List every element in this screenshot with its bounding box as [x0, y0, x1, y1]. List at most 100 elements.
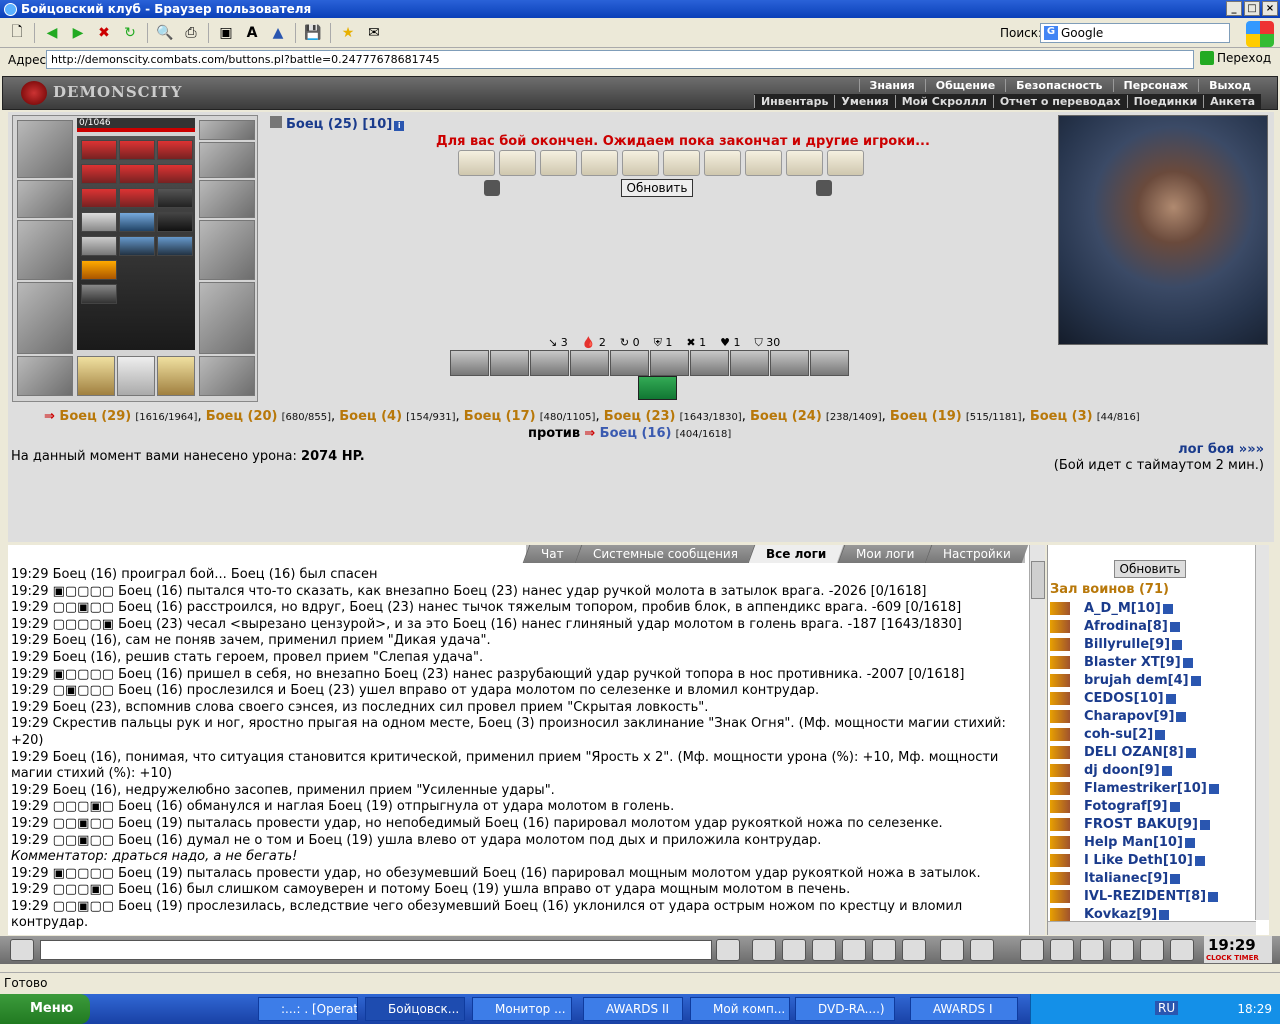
language-indicator[interactable]: RU: [1155, 1001, 1179, 1015]
move-button[interactable]: [490, 350, 529, 376]
chat-tab-label[interactable]: Настройки: [943, 545, 1011, 563]
info-icon[interactable]: [1200, 819, 1210, 830]
info-icon[interactable]: [1208, 783, 1219, 794]
players-hscrollbar[interactable]: [1048, 921, 1256, 935]
info-icon[interactable]: i: [394, 121, 405, 131]
chat-scrollbar[interactable]: [1029, 545, 1045, 935]
group-icon[interactable]: [1110, 939, 1134, 961]
chat-tab[interactable]: Все логи: [748, 545, 845, 563]
info-icon[interactable]: [1162, 603, 1173, 614]
refresh-button[interactable]: Обновить: [621, 179, 693, 197]
taskbar-item[interactable]: DVD-RA....): [795, 997, 895, 1021]
forward-icon[interactable]: ▶: [67, 22, 89, 44]
chat-tab-label[interactable]: Все логи: [766, 545, 826, 563]
fight-icon[interactable]: [1050, 692, 1070, 705]
fight-icon[interactable]: [1050, 908, 1070, 921]
back-icon[interactable]: ◀: [41, 22, 63, 44]
scroll-slot[interactable]: [786, 150, 823, 176]
info-icon[interactable]: [1169, 621, 1180, 632]
ring-slot[interactable]: [199, 142, 255, 178]
move-button[interactable]: [730, 350, 769, 376]
player-name[interactable]: coh-su[2]: [1084, 727, 1153, 742]
scroll-slot[interactable]: [540, 150, 577, 176]
fighter-link[interactable]: Боец (29): [59, 409, 131, 424]
taskbar-item[interactable]: AWARDS I: [910, 997, 1018, 1021]
fight-icon[interactable]: [1050, 800, 1070, 813]
item-slot[interactable]: [157, 212, 193, 232]
bracer-slot[interactable]: [17, 180, 73, 218]
music-icon[interactable]: [902, 939, 926, 961]
player-name[interactable]: Kovkaz[9]: [1084, 907, 1157, 922]
exit-icon[interactable]: [1170, 939, 1194, 961]
taskbar-item[interactable]: Монитор ...: [472, 997, 572, 1021]
ring-slot[interactable]: [199, 120, 255, 140]
player-name[interactable]: Help Man[10]: [1084, 835, 1183, 850]
helmet-icon[interactable]: [970, 939, 994, 961]
player-name[interactable]: IVL-REZIDENT[8]: [1084, 889, 1206, 904]
save-icon[interactable]: [812, 939, 836, 961]
menu-item[interactable]: Безопасность: [1005, 79, 1112, 92]
move-button[interactable]: [690, 350, 729, 376]
helmet-slot[interactable]: [17, 120, 73, 178]
fight-icon[interactable]: [1050, 764, 1070, 777]
taskbar-item[interactable]: Бойцовск...: [365, 997, 465, 1021]
mail-icon[interactable]: ✉: [363, 22, 385, 44]
player-name[interactable]: Fotograf[9]: [1084, 799, 1168, 814]
item-slot[interactable]: [81, 236, 117, 256]
fight-icon[interactable]: [1050, 656, 1070, 669]
player-name[interactable]: dj doon[9]: [1084, 763, 1160, 778]
smile-icon[interactable]: [940, 939, 964, 961]
scroll-slot[interactable]: [827, 150, 864, 176]
send-icon[interactable]: [716, 939, 740, 961]
scroll-slot[interactable]: [499, 150, 536, 176]
player-row[interactable]: Blaster XT[9]: [1050, 654, 1255, 672]
image-icon[interactable]: ▣: [215, 22, 237, 44]
menu-item[interactable]: Знания: [858, 79, 925, 92]
chat-input[interactable]: [40, 940, 712, 960]
info-icon[interactable]: [1208, 891, 1219, 902]
player-name[interactable]: FROST BAKU[9]: [1084, 817, 1198, 832]
info-icon[interactable]: [1176, 711, 1187, 722]
gloves-slot[interactable]: [199, 180, 255, 218]
move-button[interactable]: [650, 350, 689, 376]
player-name[interactable]: A_D_M[10]: [1084, 601, 1161, 616]
move-button[interactable]: [770, 350, 809, 376]
submenu-item[interactable]: Анкета: [1203, 95, 1261, 108]
item-slot[interactable]: [81, 188, 117, 208]
offhand-slot[interactable]: [199, 220, 255, 280]
submenu-item[interactable]: Отчет о переводах: [992, 95, 1127, 108]
fight-icon[interactable]: [1050, 746, 1070, 759]
chat-tab[interactable]: Настройки: [924, 545, 1029, 563]
chat-tab-label[interactable]: Чат: [541, 545, 564, 563]
skull-icon[interactable]: [1080, 939, 1104, 961]
player-row[interactable]: DELI OZAN[8]: [1050, 744, 1255, 762]
item-slot[interactable]: [157, 188, 193, 208]
scroll-slot[interactable]: [622, 150, 659, 176]
belt-slot[interactable]: [17, 356, 73, 396]
special-move-button[interactable]: [638, 376, 677, 400]
player-name[interactable]: Italianec[9]: [1084, 871, 1168, 886]
player-row[interactable]: IVL-REZIDENT[8]: [1050, 888, 1255, 906]
item-slot[interactable]: [81, 260, 117, 280]
fight-icon[interactable]: [1050, 872, 1070, 885]
new-page-icon[interactable]: 🗋: [6, 22, 28, 44]
info-icon[interactable]: [1190, 675, 1201, 686]
chat-tab-label[interactable]: Системные сообщения: [593, 545, 738, 563]
submenu-item[interactable]: Поединки: [1126, 95, 1204, 108]
armor-slot[interactable]: [17, 282, 73, 354]
info-icon[interactable]: [1170, 873, 1181, 884]
fighter-link[interactable]: Боец (17): [464, 409, 536, 424]
player-row[interactable]: Charapov[9]: [1050, 708, 1255, 726]
item-slot[interactable]: [119, 140, 155, 160]
player-row[interactable]: I Like Deth[10]: [1050, 852, 1255, 870]
fight-icon[interactable]: [1050, 836, 1070, 849]
go-button[interactable]: Переход: [1200, 51, 1271, 65]
menu-item[interactable]: Выход: [1198, 79, 1261, 92]
scroll-slot[interactable]: [581, 150, 618, 176]
item-slot[interactable]: [157, 140, 193, 160]
chat-tab-label[interactable]: Мои логи: [856, 545, 914, 563]
info-icon[interactable]: [1184, 837, 1195, 848]
save-icon[interactable]: 💾: [302, 22, 324, 44]
info-icon[interactable]: [1155, 729, 1166, 740]
fight-icon[interactable]: [1050, 710, 1070, 723]
